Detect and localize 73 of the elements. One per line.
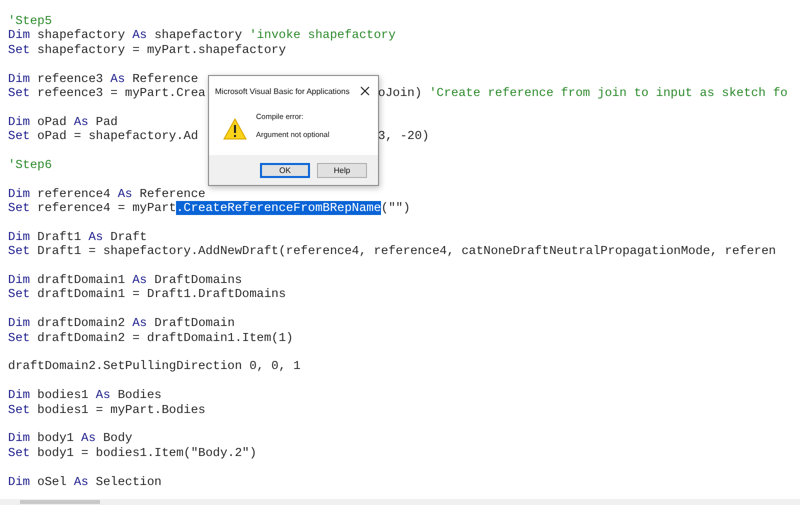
- keyword-text: As: [81, 431, 96, 446]
- code-text: refeence3 = myPart.Crea: [36, 86, 206, 100]
- code-text: oJoin): [378, 86, 423, 100]
- code-text: Selection: [94, 474, 162, 488]
- code-text: oPad = shapefactory.Ad: [36, 129, 198, 144]
- code-text: draftDomain1 = Draft1.DraftDomains: [36, 287, 286, 302]
- dialog-title: Microsoft Visual Basic for Applications: [215, 86, 350, 96]
- code-text: bodies1: [36, 388, 90, 402]
- selected-text: .CreateReferenceFromBRepName: [176, 201, 382, 216]
- keyword-text: Dim: [8, 474, 30, 488]
- keyword-text: As: [96, 388, 110, 402]
- code-text: oSel: [36, 474, 68, 488]
- keyword-text: Set: [8, 287, 30, 302]
- code-text: shapefactory: [36, 28, 126, 42]
- code-text: Body: [102, 431, 132, 446]
- code-text: 3, -20): [378, 129, 430, 144]
- keyword-text: Set: [8, 129, 30, 144]
- keyword-text: Dim: [8, 273, 30, 288]
- code-text: reference4 = myPart: [36, 201, 176, 216]
- keyword-text: Set: [8, 244, 30, 258]
- keyword-text: Dim: [8, 230, 30, 244]
- code-text: DraftDomain: [153, 316, 235, 330]
- keyword-text: As: [132, 28, 147, 42]
- keyword-text: Dim: [8, 114, 30, 129]
- keyword-text: Dim: [8, 28, 30, 42]
- keyword-text: As: [88, 230, 104, 244]
- code-text: (""): [381, 201, 410, 216]
- horizontal-scrollbar[interactable]: [0, 499, 800, 505]
- keyword-text: Dim: [8, 186, 30, 201]
- keyword-text: Dim: [8, 72, 30, 86]
- keyword-text: Set: [8, 86, 30, 100]
- code-text: bodies1 = myPart.Bodies: [36, 402, 206, 417]
- code-text: Reference: [131, 72, 198, 86]
- code-text: shapefactory = myPart.shapefactory: [36, 42, 286, 57]
- code-text: Draft1: [36, 230, 82, 244]
- help-button[interactable]: Help: [317, 162, 367, 178]
- code-text: reference4: [36, 186, 112, 201]
- code-text: Reference: [138, 186, 206, 201]
- comment-text: 'Create reference from join to input as sketch fo: [429, 86, 788, 100]
- code-text: DraftDomains: [153, 273, 242, 288]
- code-text: refeence3: [36, 72, 104, 86]
- ok-button[interactable]: OK: [260, 162, 310, 178]
- keyword-text: As: [74, 114, 88, 129]
- code-text: draftDomain2.SetPullingDirection 0, 0, 1: [8, 359, 301, 374]
- comment-text: 'Step5: [8, 14, 52, 28]
- keyword-text: Set: [8, 330, 30, 345]
- code-text: draftDomain2: [36, 316, 126, 330]
- keyword-text: Dim: [8, 316, 30, 330]
- code-text: shapefactory: [153, 28, 244, 42]
- keyword-text: Dim: [8, 431, 30, 446]
- code-text: Draft1 = shapefactory.AddNewDraft(reference4, reference4, catNoneDraftNeutralPropagationMode, referen: [36, 244, 776, 258]
- keyword-text: As: [132, 273, 147, 288]
- keyword-text: Set: [8, 42, 30, 57]
- keyword-text: Set: [8, 201, 30, 216]
- code-text: body1 = bodies1.Item("Body.2"): [36, 446, 257, 460]
- code-text: draftDomain2 = draftDomain1.Item(1): [36, 330, 294, 345]
- keyword-text: Set: [8, 402, 30, 417]
- code-text: oPad: [36, 114, 68, 129]
- keyword-text: As: [118, 186, 132, 201]
- keyword-text: As: [74, 474, 88, 488]
- keyword-text: Set: [8, 446, 30, 460]
- keyword-text: As: [110, 72, 126, 86]
- close-icon[interactable]: [360, 86, 370, 96]
- keyword-text: As: [132, 316, 147, 330]
- code-text: draftDomain1: [36, 273, 126, 288]
- keyword-text: Dim: [8, 388, 30, 402]
- comment-text: 'Step6: [8, 158, 52, 172]
- warning-icon: [223, 118, 247, 140]
- code-text: body1: [36, 431, 75, 446]
- code-text: Draft: [109, 230, 147, 244]
- code-text: Pad: [94, 114, 118, 129]
- code-text: Bodies: [116, 388, 162, 402]
- comment-text: 'invoke shapefactory: [249, 28, 396, 42]
